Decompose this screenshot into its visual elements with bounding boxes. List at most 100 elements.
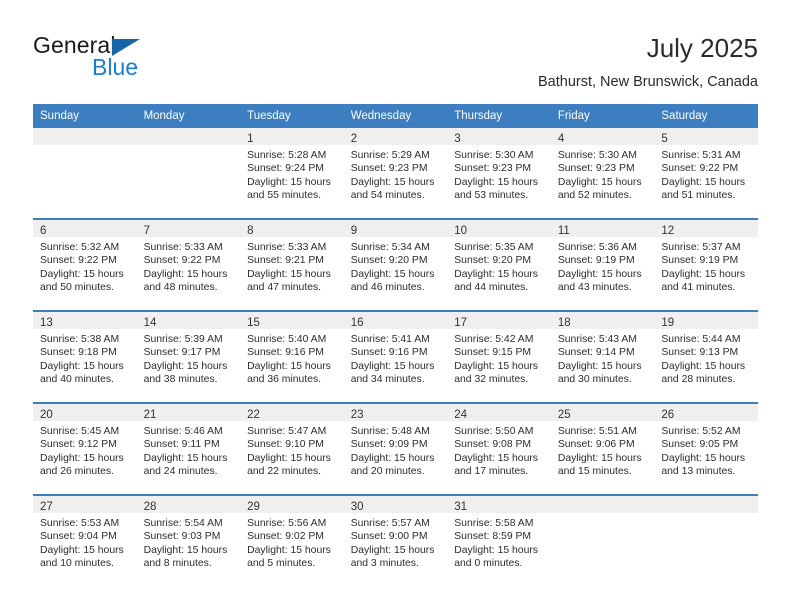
calendar-day-cell[interactable]: 22 Sunrise: 5:47 AM Sunset: 9:10 PM Dayligh… [240,402,344,495]
calendar-day-cell[interactable]: 29 Sunrise: 5:56 AM Sunset: 9:02 PM Dayligh… [240,494,344,586]
calendar-day-cell[interactable]: 3 Sunrise: 5:30 AM Sunset: 9:23 PM Daylight… [447,128,551,219]
calendar-day-cell[interactable]: 1 Sunrise: 5:28 AM Sunset: 9:24 PM Daylight… [240,128,344,219]
day-details: Sunrise: 5:34 AM Sunset: 9:20 PM Daylight:… [344,237,448,294]
calendar-week-row: 20 Sunrise: 5:45 AM Sunset: 9:12 PM Dayligh… [33,402,758,495]
sunrise-text: Sunrise: 5:34 AM [350,242,430,253]
sunrise-text: Sunrise: 5:41 AM [350,334,430,345]
general-blue-logo[interactable]: General Blue [33,32,213,88]
day-details: Sunrise: 5:33 AM Sunset: 9:22 PM Daylight:… [137,237,241,294]
sunrise-text: Sunrise: 5:48 AM [350,426,430,437]
calendar-day-cell[interactable]: 10 Sunrise: 5:35 AM Sunset: 9:20 PM Dayligh… [447,218,551,311]
day-number-band: 25 [550,404,655,421]
sunset-text: Sunset: 9:11 PM [143,439,220,451]
day-details [654,513,758,517]
calendar-day-cell[interactable]: 30 Sunrise: 5:57 AM Sunset: 9:00 PM Dayligh… [343,494,448,586]
calendar-page: General Blue July 2025 Bathurst, New Bru… [0,0,792,612]
day-details: Sunrise: 5:30 AM Sunset: 9:23 PM Daylight:… [447,145,551,202]
sunset-text: Sunset: 9:22 PM [661,163,739,175]
day-details: Sunrise: 5:56 AM Sunset: 9:02 PM Daylight:… [240,513,344,570]
day-number: 16 [350,317,364,329]
daylight-text-line1: Daylight: 15 hours [454,176,538,188]
daylight-text-line2: and 8 minutes. [143,557,212,569]
day-number: 7 [143,225,150,237]
day-details [137,145,241,149]
calendar-day-cell[interactable]: 11 Sunrise: 5:36 AM Sunset: 9:19 PM Dayligh… [550,218,655,311]
daylight-text-line2: and 50 minutes. [40,281,114,293]
day-number-band: 3 [447,128,551,145]
daylight-text-line2: and 55 minutes. [247,189,322,201]
calendar-day-cell[interactable]: 16 Sunrise: 5:41 AM Sunset: 9:16 PM Dayligh… [343,310,448,403]
daylight-text-line1: Daylight: 15 hours [247,176,331,188]
sunrise-text: Sunrise: 5:54 AM [143,518,223,529]
daylight-text-line1: Daylight: 15 hours [247,452,331,464]
calendar-day-cell[interactable]: 27 Sunrise: 5:53 AM Sunset: 9:04 PM Dayligh… [33,494,137,586]
calendar-day-cell[interactable]: 18 Sunrise: 5:43 AM Sunset: 9:14 PM Dayligh… [550,310,655,403]
day-number-band: 13 [33,312,137,329]
calendar-day-cell[interactable]: 2 Sunrise: 5:29 AM Sunset: 9:23 PM Daylight… [343,128,448,219]
calendar-day-cell[interactable]: 28 Sunrise: 5:54 AM Sunset: 9:03 PM Dayligh… [136,494,241,586]
day-details: Sunrise: 5:35 AM Sunset: 9:20 PM Daylight:… [447,237,551,294]
calendar-day-cell[interactable]: 24 Sunrise: 5:50 AM Sunset: 9:08 PM Dayligh… [447,402,551,495]
calendar-day-cell[interactable]: 5 Sunrise: 5:31 AM Sunset: 9:22 PM Daylight… [654,128,758,219]
calendar-week-row: 1 Sunrise: 5:28 AM Sunset: 9:24 PM Daylight… [33,128,758,219]
day-details: Sunrise: 5:47 AM Sunset: 9:10 PM Daylight:… [240,421,344,478]
weekday-header-tuesday: Tuesday [240,104,344,128]
calendar-day-cell[interactable]: 13 Sunrise: 5:38 AM Sunset: 9:18 PM Dayligh… [33,310,137,403]
weekday-header-sunday: Sunday [33,104,137,128]
sunset-text: Sunset: 9:04 PM [40,531,117,543]
calendar-day-cell[interactable]: 17 Sunrise: 5:42 AM Sunset: 9:15 PM Dayligh… [447,310,551,403]
day-details: Sunrise: 5:33 AM Sunset: 9:21 PM Daylight:… [240,237,344,294]
daylight-text-line1: Daylight: 15 hours [350,452,435,464]
calendar-day-cell[interactable]: 25 Sunrise: 5:51 AM Sunset: 9:06 PM Dayligh… [550,402,655,495]
day-number-band: 23 [343,404,448,421]
calendar-day-cell[interactable]: 7 Sunrise: 5:33 AM Sunset: 9:22 PM Daylight… [136,218,241,311]
day-number-band [136,128,241,145]
calendar-day-cell[interactable]: 9 Sunrise: 5:34 AM Sunset: 9:20 PM Daylight… [343,218,448,311]
sunrise-text: Sunrise: 5:58 AM [454,518,534,529]
calendar-day-cell[interactable]: 20 Sunrise: 5:45 AM Sunset: 9:12 PM Dayligh… [33,402,137,495]
sunset-text: Sunset: 9:17 PM [143,347,221,359]
daylight-text-line2: and 13 minutes. [661,465,736,477]
day-details: Sunrise: 5:31 AM Sunset: 9:22 PM Daylight:… [654,145,758,202]
daylight-text-line1: Daylight: 15 hours [143,268,228,280]
day-number: 21 [143,409,157,421]
sunset-text: Sunset: 9:23 PM [350,163,428,175]
calendar-day-cell[interactable]: 14 Sunrise: 5:39 AM Sunset: 9:17 PM Dayligh… [136,310,241,403]
day-number: 14 [143,317,157,329]
day-details: Sunrise: 5:44 AM Sunset: 9:13 PM Daylight:… [654,329,758,386]
calendar-day-cell[interactable]: 19 Sunrise: 5:44 AM Sunset: 9:13 PM Dayligh… [654,310,758,403]
calendar-day-cell[interactable]: 26 Sunrise: 5:52 AM Sunset: 9:05 PM Dayligh… [654,402,758,495]
daylight-text-line2: and 48 minutes. [143,281,218,293]
day-details: Sunrise: 5:29 AM Sunset: 9:23 PM Daylight:… [344,145,448,202]
sunset-text: Sunset: 9:10 PM [247,439,324,451]
sunset-text: Sunset: 9:14 PM [557,347,635,359]
daylight-text-line1: Daylight: 15 hours [557,360,642,372]
day-number-band: 24 [447,404,551,421]
sunset-text: Sunset: 9:08 PM [454,439,532,451]
daylight-text-line2: and 5 minutes. [247,557,316,569]
weekday-header-saturday: Saturday [654,104,758,128]
day-number: 1 [247,133,254,145]
calendar-day-cell[interactable]: 21 Sunrise: 5:46 AM Sunset: 9:11 PM Dayligh… [136,402,241,495]
calendar-day-cell[interactable]: 31 Sunrise: 5:58 AM Sunset: 8:59 PM Dayligh… [447,494,551,586]
calendar-day-cell[interactable]: 15 Sunrise: 5:40 AM Sunset: 9:16 PM Dayligh… [240,310,344,403]
day-details: Sunrise: 5:30 AM Sunset: 9:23 PM Daylight:… [551,145,655,202]
day-number: 23 [350,409,364,421]
calendar-day-cell[interactable]: 12 Sunrise: 5:37 AM Sunset: 9:19 PM Dayligh… [654,218,758,311]
daylight-text-line1: Daylight: 15 hours [557,452,642,464]
calendar-day-cell[interactable]: 8 Sunrise: 5:33 AM Sunset: 9:21 PM Daylight… [240,218,344,311]
daylight-text-line1: Daylight: 15 hours [40,544,124,556]
calendar-day-cell[interactable]: 6 Sunrise: 5:32 AM Sunset: 9:22 PM Daylight… [33,218,137,311]
daylight-text-line2: and 52 minutes. [557,189,632,201]
daylight-text-line1: Daylight: 15 hours [143,452,228,464]
logo-text-blue: Blue [92,54,139,80]
calendar-day-cell[interactable]: 23 Sunrise: 5:48 AM Sunset: 9:09 PM Dayligh… [343,402,448,495]
daylight-text-line1: Daylight: 15 hours [247,268,331,280]
day-number: 5 [661,133,668,145]
day-number: 18 [557,317,571,329]
day-number-band: 14 [136,312,241,329]
daylight-text-line2: and 47 minutes. [247,281,322,293]
calendar-day-cell[interactable]: 4 Sunrise: 5:30 AM Sunset: 9:23 PM Daylight… [550,128,655,219]
day-number-band: 15 [240,312,344,329]
day-details: Sunrise: 5:53 AM Sunset: 9:04 PM Daylight:… [33,513,137,570]
